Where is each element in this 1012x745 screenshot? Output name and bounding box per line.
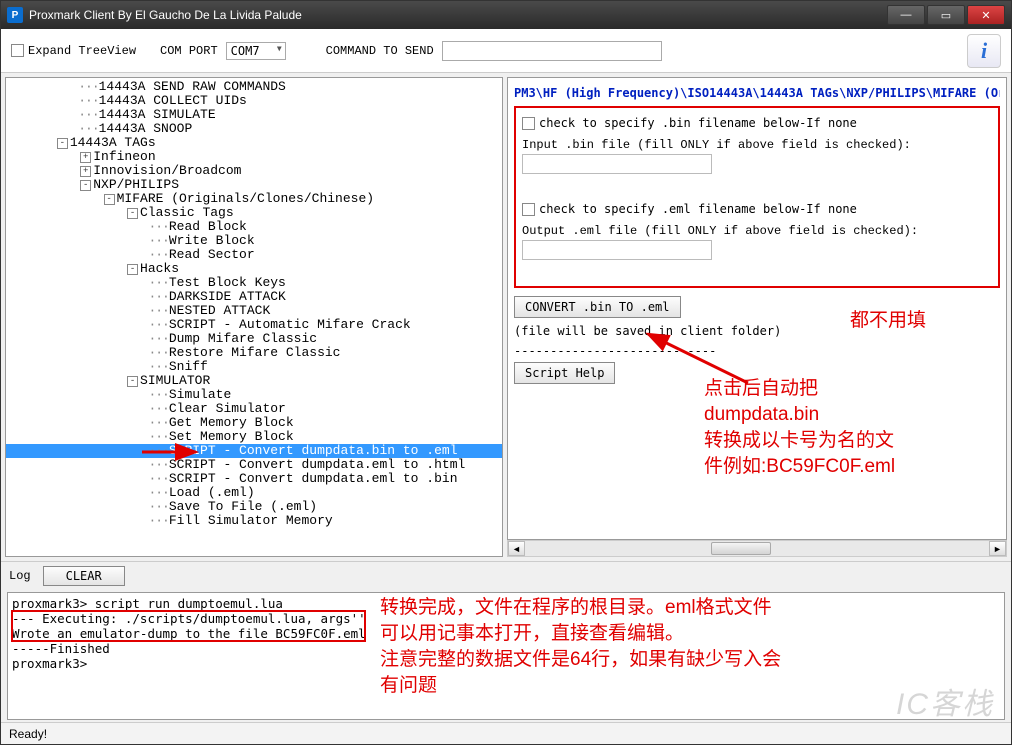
divider: ---------------------------- (514, 344, 1000, 358)
input-bin-label: Input .bin file (fill ONLY if above fiel… (522, 138, 992, 152)
scroll-thumb[interactable] (711, 542, 771, 555)
maximize-button[interactable]: ▭ (927, 5, 965, 25)
tree-item[interactable]: ···NESTED ATTACK (6, 304, 502, 318)
tree-item[interactable]: ···14443A SEND RAW COMMANDS (6, 80, 502, 94)
right-hscrollbar[interactable]: ◄ ► (507, 540, 1007, 557)
tree-item[interactable]: ···Clear Simulator (6, 402, 502, 416)
statusbar: Ready! (1, 722, 1011, 744)
output-eml-label: Output .eml file (fill ONLY if above fie… (522, 224, 992, 238)
close-button[interactable]: ✕ (967, 5, 1005, 25)
console-line: -----Finished (12, 641, 1000, 656)
status-text: Ready! (9, 727, 47, 741)
tree-item[interactable]: ···SCRIPT - Convert dumpdata.eml to .bin (6, 472, 502, 486)
tree-item[interactable]: ···SCRIPT - Automatic Mifare Crack (6, 318, 502, 332)
expander-icon[interactable]: - (127, 376, 138, 387)
info-icon[interactable]: i (967, 34, 1001, 68)
expander-icon[interactable]: + (80, 166, 91, 177)
tree-item[interactable]: ···Sniff (6, 360, 502, 374)
tree-item[interactable]: ···Fill Simulator Memory (6, 514, 502, 528)
toolbar: Expand TreeView COM PORT COM7 COMMAND TO… (1, 29, 1011, 73)
tree-item[interactable]: ···SCRIPT - Convert dumpdata.eml to .htm… (6, 458, 502, 472)
command-to-send-label: COMMAND TO SEND (326, 44, 434, 58)
expander-icon[interactable]: - (104, 194, 115, 205)
tree-item[interactable]: -MIFARE (Originals/Clones/Chinese) (6, 192, 502, 206)
script-help-button[interactable]: Script Help (514, 362, 615, 384)
minimize-button[interactable]: — (887, 5, 925, 25)
scroll-right-icon[interactable]: ► (989, 541, 1006, 556)
input-bin-field[interactable] (522, 154, 712, 174)
command-input[interactable] (442, 41, 662, 61)
check-eml-checkbox[interactable] (522, 203, 535, 216)
com-port-select[interactable]: COM7 (226, 42, 286, 60)
console-line: --- Executing: ./scripts/dumptoemul.lua,… (12, 611, 1000, 626)
expander-icon[interactable]: + (80, 152, 91, 163)
tree-item[interactable]: ···Write Block (6, 234, 502, 248)
tree-item[interactable]: ···Set Memory Block (6, 430, 502, 444)
tree-item[interactable]: ···Load (.eml) (6, 486, 502, 500)
tree-item[interactable]: ···Get Memory Block (6, 416, 502, 430)
tree-item[interactable]: ···Read Block (6, 220, 502, 234)
tree-item[interactable]: -Hacks (6, 262, 502, 276)
tree-item[interactable]: ···Dump Mifare Classic (6, 332, 502, 346)
expander-icon[interactable]: - (80, 180, 91, 191)
tree-item[interactable]: ···SCRIPT - Convert dumpdata.bin to .eml (6, 444, 502, 458)
param-box: check to specify .bin filename below-If … (514, 106, 1000, 288)
check-bin-label: check to specify .bin filename below-If … (539, 116, 857, 130)
expand-treeview-checkbox[interactable]: Expand TreeView (11, 43, 136, 58)
tree-item[interactable]: -NXP/PHILIPS (6, 178, 502, 192)
detail-panel: PM3\HF (High Frequency)\ISO14443A\14443A… (507, 77, 1007, 540)
tree-item[interactable]: -14443A TAGs (6, 136, 502, 150)
tree-panel[interactable]: ···14443A SEND RAW COMMANDS ···14443A CO… (5, 77, 503, 557)
log-bar: Log CLEAR (1, 561, 1011, 590)
output-eml-field[interactable] (522, 240, 712, 260)
tree-item[interactable]: ···Save To File (.eml) (6, 500, 502, 514)
expander-icon[interactable]: - (127, 208, 138, 219)
console-line: proxmark3> script run dumptoemul.lua (12, 596, 1000, 611)
console-line: proxmark3> (12, 656, 1000, 671)
tree-item[interactable]: ···14443A SIMULATE (6, 108, 502, 122)
tree-item[interactable]: +Innovision/Broadcom (6, 164, 502, 178)
tree-item[interactable]: -Classic Tags (6, 206, 502, 220)
tree-item[interactable]: ···14443A COLLECT UIDs (6, 94, 502, 108)
annotation-2: 点击后自动把 dumpdata.bin 转换成以卡号为名的文 件例如:BC59F… (704, 376, 994, 480)
expander-icon[interactable]: - (127, 264, 138, 275)
clear-button[interactable]: CLEAR (43, 566, 125, 586)
tree-item[interactable]: ···Simulate (6, 388, 502, 402)
save-hint: (file will be saved in client folder) (514, 324, 1000, 338)
tree-item[interactable]: ···Restore Mifare Classic (6, 346, 502, 360)
convert-button[interactable]: CONVERT .bin TO .eml (514, 296, 681, 318)
tree-item[interactable]: ···DARKSIDE ATTACK (6, 290, 502, 304)
check-bin-checkbox[interactable] (522, 117, 535, 130)
app-icon: P (7, 7, 23, 23)
tree-item[interactable]: ···14443A SNOOP (6, 122, 502, 136)
tree-item[interactable]: ···Read Sector (6, 248, 502, 262)
console-line: Wrote an emulator-dump to the file BC59F… (12, 626, 1000, 641)
check-eml-label: check to specify .eml filename below-If … (539, 202, 857, 216)
console-output[interactable]: proxmark3> script run dumptoemul.lua ---… (7, 592, 1005, 720)
tree-item[interactable]: -SIMULATOR (6, 374, 502, 388)
log-label: Log (9, 569, 31, 583)
scroll-left-icon[interactable]: ◄ (508, 541, 525, 556)
breadcrumb: PM3\HF (High Frequency)\ISO14443A\14443A… (514, 86, 1000, 100)
tree-item[interactable]: +Infineon (6, 150, 502, 164)
expander-icon[interactable]: - (57, 138, 68, 149)
titlebar[interactable]: P Proxmark Client By El Gaucho De La Liv… (1, 1, 1011, 29)
tree-item[interactable]: ···Test Block Keys (6, 276, 502, 290)
window-title: Proxmark Client By El Gaucho De La Livid… (29, 8, 885, 22)
com-port-label: COM PORT (160, 44, 218, 58)
